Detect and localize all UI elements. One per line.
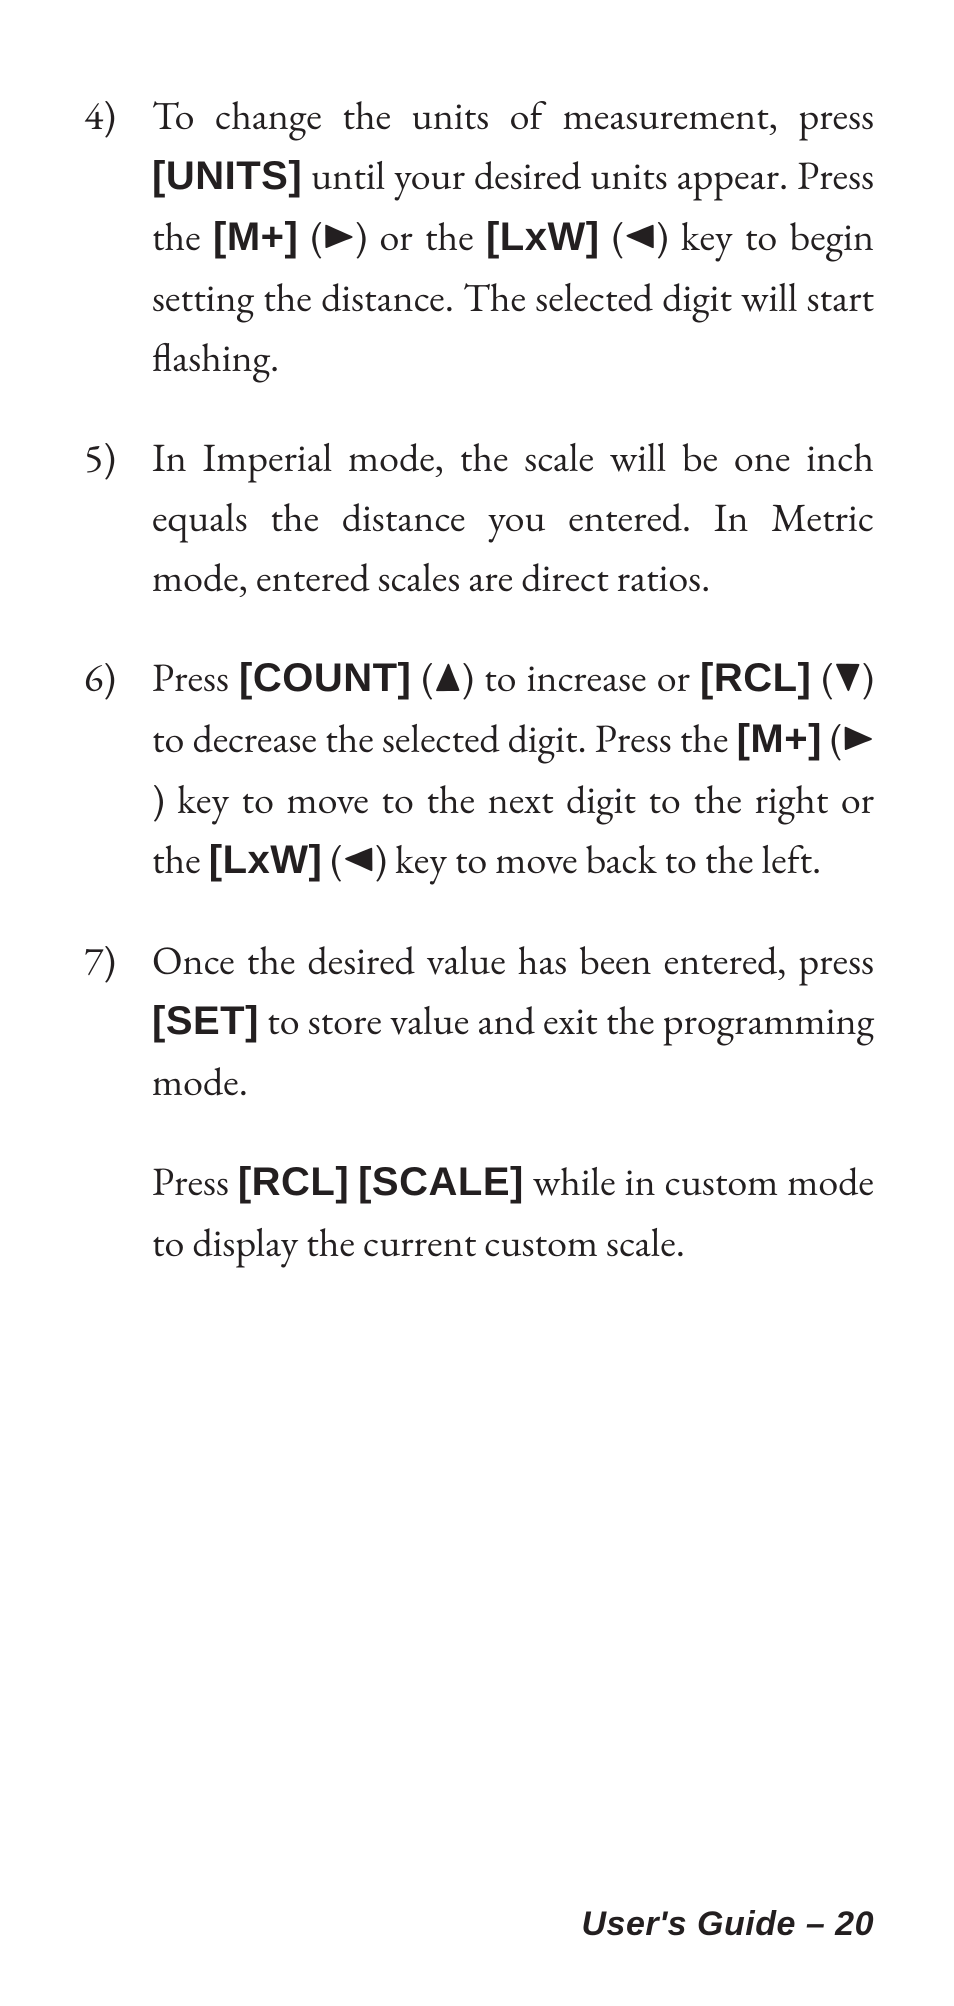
text: to store value and exit the programming … (152, 994, 874, 1107)
list-item: 5) In Imperial mode, the scale will be o… (80, 427, 874, 607)
text: ) key to move back to the left. (374, 833, 821, 885)
paragraph: Press [RCL] [SCALE] while in custom mode… (152, 1151, 874, 1272)
key-lxw: [LxW] (209, 838, 323, 882)
key-rcl: [RCL] (700, 656, 811, 700)
text: ( (811, 651, 834, 703)
item-number: 7) (80, 930, 152, 990)
key-mplus: [M+] (737, 717, 822, 761)
key-lxw: [LxW] (486, 215, 600, 259)
page-footer: User's Guide – 20 (581, 1905, 874, 1944)
up-arrow-icon: ▲ (434, 647, 461, 707)
key-count: [COUNT] (239, 656, 411, 700)
text: Press (152, 1155, 238, 1207)
text: To change the units of measurement, pres… (152, 89, 874, 141)
item-body: To change the units of measurement, pres… (152, 85, 874, 387)
list-item: 4) To change the units of measurement, p… (80, 85, 874, 387)
text: ) to increase or (461, 651, 700, 703)
text: ( (298, 210, 323, 262)
paragraph: To change the units of measurement, pres… (152, 85, 874, 387)
list-item: 7) Once the desired value has been enter… (80, 930, 874, 1272)
paragraph: In Imperial mode, the scale will be one … (152, 427, 874, 607)
key-rcl: [RCL] (238, 1160, 349, 1204)
key-mplus: [M+] (213, 215, 298, 259)
left-arrow-icon: ◀ (624, 206, 655, 266)
item-body: Once the desired value has been entered,… (152, 930, 874, 1272)
item-body: Press [COUNT] (▲) to increase or [RCL] (… (152, 647, 874, 890)
key-set: [SET] (152, 999, 259, 1043)
right-arrow-icon: ▶ (843, 708, 874, 768)
text: ( (822, 712, 843, 764)
text: Once the desired value has been entered,… (152, 934, 874, 986)
down-arrow-icon: ▼ (834, 647, 861, 707)
item-body: In Imperial mode, the scale will be one … (152, 427, 874, 607)
item-number: 5) (80, 427, 152, 487)
text: ) or the (355, 210, 486, 262)
left-arrow-icon: ◀ (343, 829, 374, 889)
text: Press (152, 651, 239, 703)
document-page: 4) To change the units of measurement, p… (0, 0, 954, 2006)
text: ( (322, 833, 343, 885)
text: ( (600, 210, 625, 262)
text (349, 1155, 358, 1207)
key-units: [UNITS] (152, 154, 302, 198)
item-number: 4) (80, 85, 152, 145)
paragraph: Once the desired value has been entered,… (152, 930, 874, 1111)
paragraph: Press [COUNT] (▲) to increase or [RCL] (… (152, 647, 874, 890)
text: In Imperial mode, the scale will be one … (152, 431, 874, 603)
item-number: 6) (80, 647, 152, 707)
text: ( (411, 651, 434, 703)
key-scale: [SCALE] (358, 1160, 524, 1204)
right-arrow-icon: ▶ (323, 206, 354, 266)
list-item: 6) Press [COUNT] (▲) to increase or [RCL… (80, 647, 874, 890)
